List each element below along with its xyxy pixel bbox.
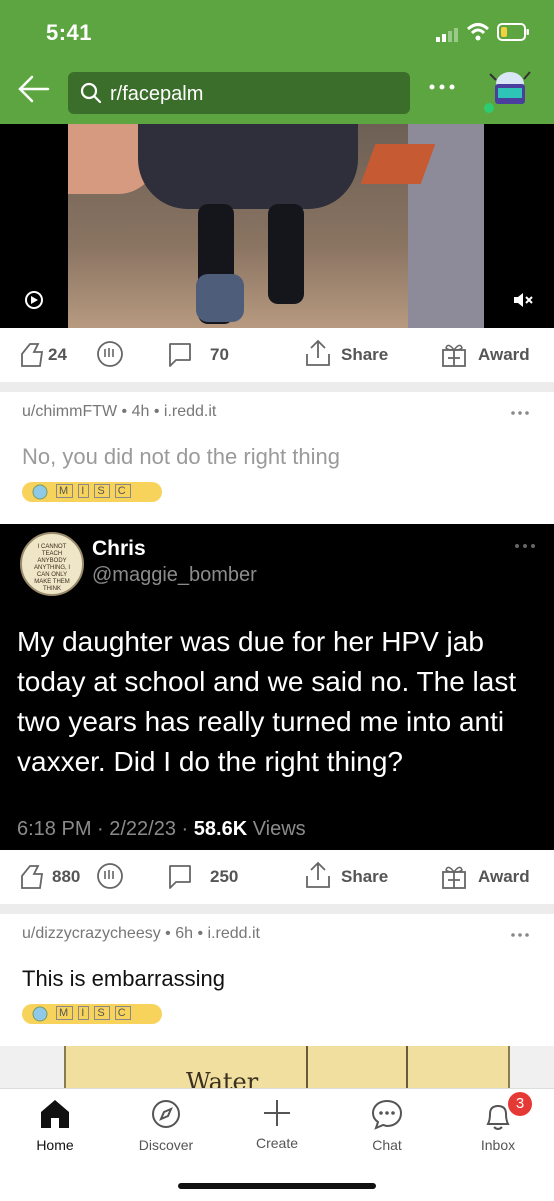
post2-comment-count: 250	[210, 867, 239, 886]
search-text: r/facepalm	[110, 83, 204, 105]
flair-letter: M	[56, 1006, 74, 1020]
award-icon[interactable]	[440, 340, 468, 368]
post2-more-icon[interactable]	[510, 410, 530, 416]
post3-author[interactable]: u/dizzycrazycheesy	[22, 925, 161, 942]
post1-vote-count: 24	[48, 345, 67, 364]
post2-author[interactable]: u/chimmFTW	[22, 403, 117, 420]
battery-icon	[497, 23, 529, 41]
home-icon[interactable]	[39, 1098, 71, 1130]
wifi-icon	[466, 23, 490, 41]
post1-comment-count: 70	[210, 345, 229, 364]
more-options-icon[interactable]	[428, 82, 458, 92]
comment-icon[interactable]	[166, 340, 194, 368]
post2-domain[interactable]: i.redd.it	[164, 403, 216, 420]
tweet-body: My daughter was due for her HPV jab toda…	[17, 626, 517, 777]
post2-award-label[interactable]: Award	[478, 867, 530, 887]
flair-badge-icon	[32, 484, 48, 500]
tweet-handle: @maggie_bomber	[92, 564, 257, 586]
post2-share-label[interactable]: Share	[341, 867, 388, 887]
video-frame	[68, 124, 484, 328]
tweet-views-label: Views	[247, 818, 306, 840]
flair-letter: I	[78, 1006, 90, 1020]
status-time: 5:41	[46, 20, 93, 45]
nav-create-label[interactable]: Create	[232, 1135, 322, 1151]
post2-title[interactable]: No, you did not do the right thing	[22, 444, 340, 470]
post3-age: 6h	[175, 925, 194, 942]
post2-meta: u/chimmFTW • 4h • i.redd.it	[22, 403, 217, 420]
post1-action-bar	[0, 328, 554, 382]
tweet-timestamp: 6:18 PM · 2/22/23 ·	[17, 818, 194, 840]
nav-discover-label[interactable]: Discover	[121, 1137, 211, 1153]
downvote-icon[interactable]	[96, 340, 124, 368]
flair-letter: I	[78, 484, 90, 498]
video-autoplay-icon[interactable]	[24, 290, 44, 310]
tweet-more-icon	[515, 544, 535, 548]
post3-meta: u/dizzycrazycheesy • 6h • i.redd.it	[22, 925, 260, 942]
nav-inbox-label[interactable]: Inbox	[453, 1137, 543, 1153]
award-icon[interactable]	[440, 862, 468, 890]
tweet-avatar: I CANNOT TEACH ANYBODY ANYTHING, I CAN O…	[20, 532, 84, 596]
search-icon	[80, 82, 102, 104]
post1-award-label[interactable]: Award	[478, 345, 530, 365]
back-arrow-icon[interactable]	[16, 74, 50, 104]
post2-vote-count: 880	[52, 867, 81, 886]
post3-more-icon[interactable]	[510, 932, 530, 938]
mute-icon[interactable]	[512, 290, 534, 310]
tweet-views-count: 58.6K	[193, 818, 248, 840]
upvote-icon[interactable]	[18, 340, 44, 368]
tweet-name: Chris	[92, 537, 146, 560]
flair-badge-icon	[32, 1006, 48, 1022]
user-avatar[interactable]	[484, 66, 536, 116]
post1-share-label[interactable]: Share	[341, 345, 388, 365]
post2-flair[interactable]: M I S C	[22, 482, 162, 502]
post2-age: 4h	[131, 403, 150, 420]
post3-flair[interactable]: M I S C	[22, 1004, 162, 1024]
tweet-footer: 6:18 PM · 2/22/23 · 58.6K Views	[17, 818, 306, 841]
post3-image-text: Water	[186, 1068, 259, 1088]
create-icon[interactable]	[262, 1098, 292, 1128]
share-icon[interactable]	[304, 860, 332, 890]
flair-letter: C	[114, 484, 131, 498]
share-icon[interactable]	[304, 338, 332, 368]
post3-image[interactable]: Water	[64, 1046, 510, 1088]
comment-icon[interactable]	[166, 862, 194, 890]
post3-domain[interactable]: i.redd.it	[208, 925, 260, 942]
nav-home-label[interactable]: Home	[10, 1137, 100, 1153]
inbox-badge: 3	[508, 1092, 532, 1116]
nav-chat-label[interactable]: Chat	[342, 1137, 432, 1153]
chat-icon[interactable]	[370, 1098, 404, 1130]
flair-letter: S	[94, 484, 110, 498]
post2-action-bar	[0, 850, 554, 904]
flair-letter: C	[114, 1006, 131, 1020]
discover-icon[interactable]	[150, 1098, 182, 1130]
post3-title[interactable]: This is embarrassing	[22, 966, 225, 992]
flair-letter: S	[94, 1006, 110, 1020]
flair-letter: M	[56, 484, 74, 498]
home-indicator	[178, 1183, 376, 1189]
upvote-icon[interactable]	[18, 862, 44, 890]
downvote-icon[interactable]	[96, 862, 124, 890]
cellular-signal-icon	[436, 28, 458, 42]
tweet-avatar-text: I CANNOT TEACH ANYBODY ANYTHING, I CAN O…	[33, 544, 70, 592]
